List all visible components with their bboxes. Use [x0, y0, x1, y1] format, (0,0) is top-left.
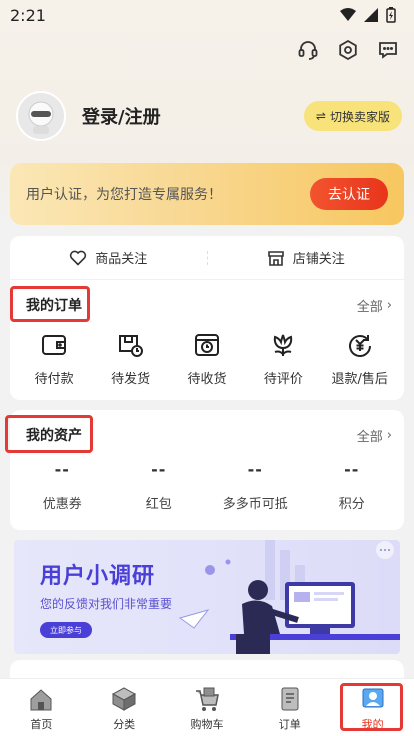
asset-coupons-value: -- — [54, 460, 70, 479]
asset-coins-value: -- — [247, 460, 263, 479]
flower-icon — [274, 334, 293, 356]
assets-header: 我的资产 全部 › — [10, 410, 404, 460]
orders-all-link[interactable]: 全部 › — [357, 296, 392, 315]
heart-icon — [70, 250, 87, 266]
headset-icon — [298, 41, 318, 60]
home-icon — [30, 688, 52, 710]
order-pending-payment[interactable]: 待付款 — [17, 330, 91, 387]
asset-row: -- 优惠券 -- 红包 -- 多多币可抵 -- 积分 — [10, 460, 404, 512]
asset-points-value: -- — [344, 460, 360, 479]
survey-banner[interactable]: 用户小调研 您的反馈对我们非常重要 立即参与 — [14, 540, 400, 654]
chat-icon — [379, 42, 397, 59]
asset-red-packets-label: 红包 — [145, 497, 172, 512]
switch-seller-label: 切换卖家版 — [329, 109, 390, 124]
messages-button[interactable] — [376, 38, 400, 62]
order-status-row: 待付款 待发货 待收货 待评价 退款/售后 — [10, 330, 404, 387]
status-time: 2:21 — [10, 5, 46, 25]
tab-orders[interactable]: 订单 — [255, 684, 325, 732]
asset-coupons[interactable]: -- 优惠券 — [17, 460, 107, 512]
cart-icon — [195, 687, 219, 711]
asset-points-label: 积分 — [338, 497, 365, 512]
settings-button[interactable] — [336, 38, 360, 62]
asset-coins-label: 多多币可抵 — [222, 497, 288, 512]
customer-service-button[interactable] — [296, 38, 320, 62]
asset-red-packets[interactable]: -- 红包 — [114, 460, 204, 512]
gear-icon — [339, 39, 357, 61]
auth-banner: 用户认证，为您打造专属服务！ 去认证 — [10, 163, 404, 225]
avatar[interactable] — [16, 91, 66, 141]
box-clock-icon — [194, 334, 219, 356]
survey-join-button[interactable]: 立即参与 — [40, 622, 92, 638]
top-actions — [296, 38, 400, 62]
wifi-icon — [340, 8, 356, 21]
refund-icon — [348, 335, 371, 357]
truck-icon — [118, 335, 143, 357]
profile-icon — [362, 688, 384, 707]
signal-icon — [364, 8, 378, 22]
order-refund-label: 退款/售后 — [331, 372, 388, 387]
status-bar: 2:21 — [0, 0, 414, 30]
verify-button[interactable]: 去认证 — [310, 178, 388, 210]
order-pending-shipment[interactable]: 待发货 — [94, 330, 168, 387]
tab-cart-label: 购物车 — [190, 717, 224, 731]
tab-category[interactable]: 分类 — [89, 684, 159, 732]
tab-cart[interactable]: 购物车 — [172, 684, 242, 732]
shop-follow-button[interactable]: 店铺关注 — [208, 248, 405, 267]
shop-icon — [267, 250, 284, 266]
login-register-link[interactable]: 登录/注册 — [82, 103, 304, 129]
goods-follow-button[interactable]: 商品关注 — [10, 248, 207, 267]
status-icons — [340, 7, 396, 23]
assets-all-link[interactable]: 全部 › — [357, 426, 392, 445]
tab-profile[interactable]: 我的 — [338, 684, 408, 732]
assets-all-label: 全部 — [356, 429, 383, 445]
follow-row: 商品关注 店铺关注 — [10, 236, 404, 280]
order-pending-receipt[interactable]: 待收货 — [170, 330, 244, 387]
wallet-icon — [42, 335, 67, 355]
order-refund[interactable]: 退款/售后 — [323, 330, 397, 387]
asset-coins[interactable]: -- 多多币可抵 — [210, 460, 300, 512]
category-icon — [112, 686, 137, 711]
assets-card: 我的资产 全部 › -- 优惠券 -- 红包 -- 多多币可抵 -- 积分 — [10, 410, 404, 530]
tab-category-label: 分类 — [113, 717, 136, 731]
orders-title: 我的订单 — [26, 298, 82, 314]
battery-icon — [386, 7, 396, 23]
tab-home-label: 首页 — [30, 717, 53, 731]
orders-all-label: 全部 — [356, 299, 383, 315]
asset-points[interactable]: -- 积分 — [307, 460, 397, 512]
order-pending-receipt-label: 待收货 — [187, 372, 227, 387]
orders-header: 我的订单 全部 › — [10, 280, 404, 330]
order-pending-shipment-label: 待发货 — [111, 372, 151, 387]
assets-title: 我的资产 — [26, 428, 82, 444]
order-pending-payment-label: 待付款 — [34, 372, 74, 387]
tab-profile-label: 我的 — [361, 717, 384, 731]
survey-illustration — [178, 540, 400, 654]
shop-follow-label: 店铺关注 — [292, 252, 345, 267]
profile-section: 登录/注册 ⇌ 切换卖家版 — [16, 90, 402, 142]
chevron-right-icon: › — [386, 297, 392, 313]
robot-avatar-icon — [28, 101, 54, 134]
chevron-right-icon: › — [386, 427, 392, 443]
auth-banner-text: 用户认证，为您打造专属服务！ — [26, 187, 222, 203]
switch-seller-button[interactable]: ⇌ 切换卖家版 — [303, 101, 402, 131]
tab-home[interactable]: 首页 — [6, 684, 76, 732]
order-pending-review[interactable]: 待评价 — [246, 330, 320, 387]
tab-orders-label: 订单 — [278, 717, 301, 731]
order-pending-review-label: 待评价 — [263, 372, 303, 387]
orders-card: 我的订单 全部 › 待付款 待发货 待收货 待评价 退款/售后 — [10, 280, 404, 400]
asset-red-packets-value: -- — [151, 460, 167, 479]
order-icon — [281, 687, 299, 710]
asset-coupons-label: 优惠券 — [42, 497, 82, 512]
bottom-tabbar: 首页 分类 购物车 订单 我的 — [0, 678, 414, 736]
survey-title: 用户小调研 — [40, 564, 156, 589]
goods-follow-label: 商品关注 — [95, 252, 148, 267]
survey-subtitle: 您的反馈对我们非常重要 — [40, 597, 173, 611]
swap-icon: ⇌ — [315, 109, 326, 123]
